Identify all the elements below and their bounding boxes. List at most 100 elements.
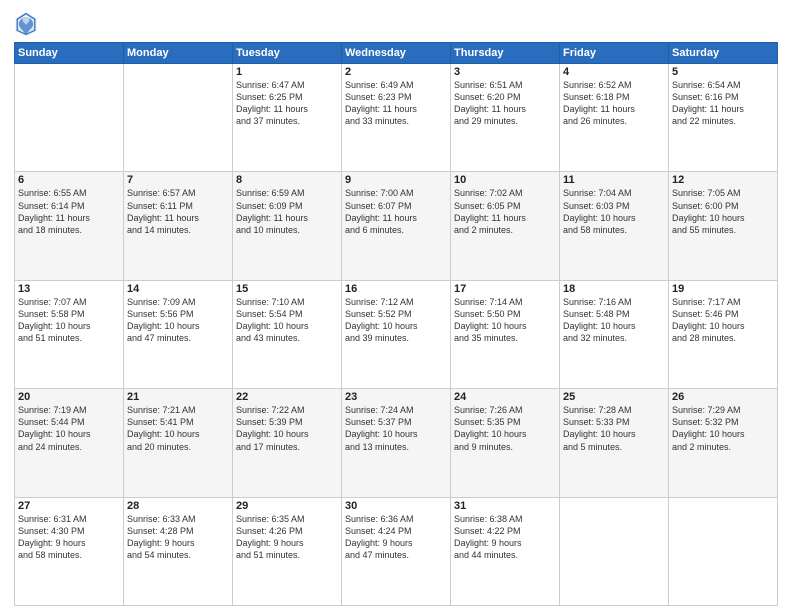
day-number: 27 xyxy=(18,500,120,512)
calendar-cell: 12Sunrise: 7:05 AMSunset: 6:00 PMDayligh… xyxy=(669,172,778,280)
day-info: Sunrise: 6:36 AMSunset: 4:24 PMDaylight:… xyxy=(345,513,447,562)
weekday-header-tuesday: Tuesday xyxy=(233,43,342,64)
calendar-cell: 1Sunrise: 6:47 AMSunset: 6:25 PMDaylight… xyxy=(233,64,342,172)
day-info: Sunrise: 7:28 AMSunset: 5:33 PMDaylight:… xyxy=(563,404,665,453)
calendar-cell: 28Sunrise: 6:33 AMSunset: 4:28 PMDayligh… xyxy=(124,497,233,605)
day-number: 26 xyxy=(672,391,774,403)
calendar-cell: 16Sunrise: 7:12 AMSunset: 5:52 PMDayligh… xyxy=(342,280,451,388)
day-number: 12 xyxy=(672,174,774,186)
day-number: 31 xyxy=(454,500,556,512)
day-number: 7 xyxy=(127,174,229,186)
calendar-cell: 14Sunrise: 7:09 AMSunset: 5:56 PMDayligh… xyxy=(124,280,233,388)
day-info: Sunrise: 7:24 AMSunset: 5:37 PMDaylight:… xyxy=(345,404,447,453)
weekday-header-sunday: Sunday xyxy=(15,43,124,64)
day-info: Sunrise: 7:04 AMSunset: 6:03 PMDaylight:… xyxy=(563,187,665,236)
logo-icon xyxy=(14,10,38,38)
day-info: Sunrise: 7:10 AMSunset: 5:54 PMDaylight:… xyxy=(236,296,338,345)
calendar-cell xyxy=(124,64,233,172)
day-info: Sunrise: 6:59 AMSunset: 6:09 PMDaylight:… xyxy=(236,187,338,236)
day-number: 4 xyxy=(563,66,665,78)
calendar-cell: 31Sunrise: 6:38 AMSunset: 4:22 PMDayligh… xyxy=(451,497,560,605)
calendar-cell: 25Sunrise: 7:28 AMSunset: 5:33 PMDayligh… xyxy=(560,389,669,497)
day-info: Sunrise: 6:55 AMSunset: 6:14 PMDaylight:… xyxy=(18,187,120,236)
calendar-week-row: 13Sunrise: 7:07 AMSunset: 5:58 PMDayligh… xyxy=(15,280,778,388)
day-number: 30 xyxy=(345,500,447,512)
calendar-cell: 15Sunrise: 7:10 AMSunset: 5:54 PMDayligh… xyxy=(233,280,342,388)
calendar-cell: 24Sunrise: 7:26 AMSunset: 5:35 PMDayligh… xyxy=(451,389,560,497)
day-info: Sunrise: 6:54 AMSunset: 6:16 PMDaylight:… xyxy=(672,79,774,128)
calendar-cell: 9Sunrise: 7:00 AMSunset: 6:07 PMDaylight… xyxy=(342,172,451,280)
day-number: 1 xyxy=(236,66,338,78)
day-info: Sunrise: 7:09 AMSunset: 5:56 PMDaylight:… xyxy=(127,296,229,345)
day-info: Sunrise: 7:07 AMSunset: 5:58 PMDaylight:… xyxy=(18,296,120,345)
calendar-cell: 10Sunrise: 7:02 AMSunset: 6:05 PMDayligh… xyxy=(451,172,560,280)
day-number: 22 xyxy=(236,391,338,403)
calendar-cell: 4Sunrise: 6:52 AMSunset: 6:18 PMDaylight… xyxy=(560,64,669,172)
calendar-week-row: 27Sunrise: 6:31 AMSunset: 4:30 PMDayligh… xyxy=(15,497,778,605)
day-info: Sunrise: 6:57 AMSunset: 6:11 PMDaylight:… xyxy=(127,187,229,236)
day-info: Sunrise: 7:22 AMSunset: 5:39 PMDaylight:… xyxy=(236,404,338,453)
header xyxy=(14,10,778,38)
weekday-header-saturday: Saturday xyxy=(669,43,778,64)
day-number: 25 xyxy=(563,391,665,403)
calendar-table: SundayMondayTuesdayWednesdayThursdayFrid… xyxy=(14,42,778,606)
day-number: 5 xyxy=(672,66,774,78)
calendar-cell: 7Sunrise: 6:57 AMSunset: 6:11 PMDaylight… xyxy=(124,172,233,280)
logo xyxy=(14,10,42,38)
day-info: Sunrise: 7:26 AMSunset: 5:35 PMDaylight:… xyxy=(454,404,556,453)
calendar-cell: 8Sunrise: 6:59 AMSunset: 6:09 PMDaylight… xyxy=(233,172,342,280)
day-number: 21 xyxy=(127,391,229,403)
day-info: Sunrise: 7:02 AMSunset: 6:05 PMDaylight:… xyxy=(454,187,556,236)
day-info: Sunrise: 7:29 AMSunset: 5:32 PMDaylight:… xyxy=(672,404,774,453)
day-number: 23 xyxy=(345,391,447,403)
day-info: Sunrise: 7:12 AMSunset: 5:52 PMDaylight:… xyxy=(345,296,447,345)
calendar-cell xyxy=(669,497,778,605)
day-info: Sunrise: 7:16 AMSunset: 5:48 PMDaylight:… xyxy=(563,296,665,345)
day-info: Sunrise: 7:14 AMSunset: 5:50 PMDaylight:… xyxy=(454,296,556,345)
day-info: Sunrise: 6:49 AMSunset: 6:23 PMDaylight:… xyxy=(345,79,447,128)
calendar-cell: 23Sunrise: 7:24 AMSunset: 5:37 PMDayligh… xyxy=(342,389,451,497)
day-info: Sunrise: 7:21 AMSunset: 5:41 PMDaylight:… xyxy=(127,404,229,453)
day-info: Sunrise: 6:47 AMSunset: 6:25 PMDaylight:… xyxy=(236,79,338,128)
day-number: 19 xyxy=(672,283,774,295)
calendar-cell xyxy=(15,64,124,172)
weekday-header-monday: Monday xyxy=(124,43,233,64)
day-number: 2 xyxy=(345,66,447,78)
page: SundayMondayTuesdayWednesdayThursdayFrid… xyxy=(0,0,792,612)
calendar-cell: 11Sunrise: 7:04 AMSunset: 6:03 PMDayligh… xyxy=(560,172,669,280)
weekday-header-wednesday: Wednesday xyxy=(342,43,451,64)
day-number: 17 xyxy=(454,283,556,295)
day-number: 9 xyxy=(345,174,447,186)
calendar-header: SundayMondayTuesdayWednesdayThursdayFrid… xyxy=(15,43,778,64)
calendar-cell: 6Sunrise: 6:55 AMSunset: 6:14 PMDaylight… xyxy=(15,172,124,280)
day-info: Sunrise: 7:17 AMSunset: 5:46 PMDaylight:… xyxy=(672,296,774,345)
weekday-header-row: SundayMondayTuesdayWednesdayThursdayFrid… xyxy=(15,43,778,64)
day-info: Sunrise: 6:38 AMSunset: 4:22 PMDaylight:… xyxy=(454,513,556,562)
day-number: 16 xyxy=(345,283,447,295)
day-number: 8 xyxy=(236,174,338,186)
day-number: 20 xyxy=(18,391,120,403)
calendar-cell: 17Sunrise: 7:14 AMSunset: 5:50 PMDayligh… xyxy=(451,280,560,388)
calendar-cell: 21Sunrise: 7:21 AMSunset: 5:41 PMDayligh… xyxy=(124,389,233,497)
calendar-week-row: 1Sunrise: 6:47 AMSunset: 6:25 PMDaylight… xyxy=(15,64,778,172)
day-info: Sunrise: 6:31 AMSunset: 4:30 PMDaylight:… xyxy=(18,513,120,562)
day-number: 15 xyxy=(236,283,338,295)
day-info: Sunrise: 6:35 AMSunset: 4:26 PMDaylight:… xyxy=(236,513,338,562)
day-number: 13 xyxy=(18,283,120,295)
day-number: 3 xyxy=(454,66,556,78)
day-info: Sunrise: 7:19 AMSunset: 5:44 PMDaylight:… xyxy=(18,404,120,453)
calendar-week-row: 6Sunrise: 6:55 AMSunset: 6:14 PMDaylight… xyxy=(15,172,778,280)
day-info: Sunrise: 6:33 AMSunset: 4:28 PMDaylight:… xyxy=(127,513,229,562)
calendar-cell: 27Sunrise: 6:31 AMSunset: 4:30 PMDayligh… xyxy=(15,497,124,605)
day-number: 6 xyxy=(18,174,120,186)
calendar-cell: 2Sunrise: 6:49 AMSunset: 6:23 PMDaylight… xyxy=(342,64,451,172)
day-info: Sunrise: 6:51 AMSunset: 6:20 PMDaylight:… xyxy=(454,79,556,128)
calendar-cell xyxy=(560,497,669,605)
day-number: 10 xyxy=(454,174,556,186)
day-info: Sunrise: 7:00 AMSunset: 6:07 PMDaylight:… xyxy=(345,187,447,236)
calendar-cell: 3Sunrise: 6:51 AMSunset: 6:20 PMDaylight… xyxy=(451,64,560,172)
day-number: 14 xyxy=(127,283,229,295)
day-info: Sunrise: 7:05 AMSunset: 6:00 PMDaylight:… xyxy=(672,187,774,236)
day-number: 24 xyxy=(454,391,556,403)
calendar-cell: 29Sunrise: 6:35 AMSunset: 4:26 PMDayligh… xyxy=(233,497,342,605)
